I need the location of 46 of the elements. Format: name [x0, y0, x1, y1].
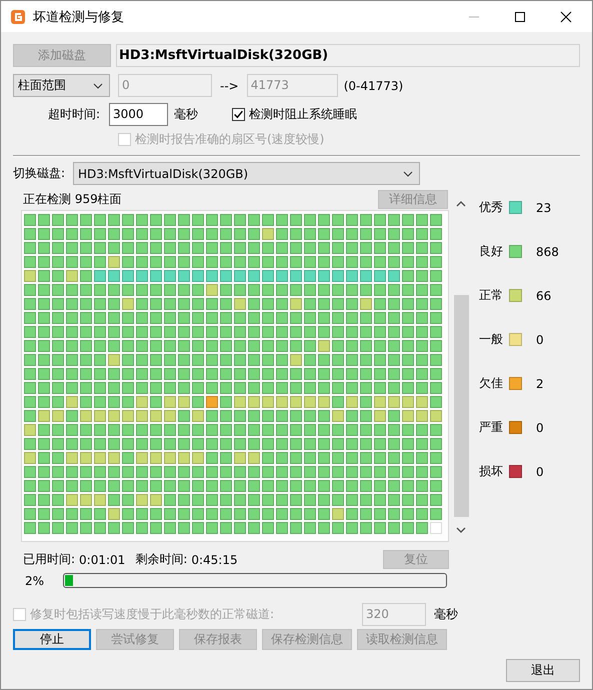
timeout-label: 超时时间: — [46, 106, 101, 123]
legend-label: 正常 — [479, 287, 503, 304]
legend-label: 优秀 — [479, 199, 503, 216]
elapsed-time: 0:01:01 — [79, 552, 126, 566]
progress-percent: 2% — [25, 574, 46, 588]
exit-button[interactable]: 退出 — [506, 659, 580, 682]
legend-label: 损坏 — [479, 463, 503, 480]
scroll-up-icon[interactable] — [456, 201, 466, 207]
close-icon[interactable] — [560, 10, 572, 22]
checkbox-label: 检测时报告准确的扇区号(速度较慢) — [135, 131, 324, 148]
legend-count: 0 — [536, 332, 544, 346]
disk-dropdown[interactable]: HD3:MsftVirtualDisk(320GB) — [73, 162, 420, 185]
maximize-icon[interactable] — [514, 10, 526, 22]
switch-disk-label: 切换磁盘: — [13, 165, 66, 182]
legend-count: 0 — [536, 420, 544, 434]
checkbox-label: 检测时阻止系统睡眠 — [249, 106, 357, 123]
legend-count: 868 — [536, 244, 559, 258]
legend-label: 严重 — [479, 419, 503, 436]
window-title: 坏道检测与修复 — [33, 8, 124, 26]
timeout-unit: 毫秒 — [174, 106, 199, 123]
remaining-time: 0:45:15 — [191, 552, 238, 566]
app-logo-icon — [10, 8, 26, 24]
scroll-down-icon[interactable] — [456, 527, 466, 533]
timeout-field[interactable]: 3000 — [109, 103, 168, 126]
checkbox[interactable] — [232, 108, 245, 121]
range-dropdown[interactable]: 柱面范围 — [13, 74, 110, 97]
range-start-field[interactable]: 0 — [118, 74, 212, 97]
checkbox-label: 修复时包括读写速度慢于此毫秒数的正常磁道: — [30, 606, 274, 623]
legend-label: 一般 — [479, 331, 503, 348]
legend-count: 2 — [536, 376, 544, 390]
legend-count: 23 — [536, 200, 552, 214]
range-end-field[interactable]: 41773 — [246, 74, 338, 97]
scan-status: 正在检测 959柱面 — [23, 190, 122, 208]
elapsed-label: 已用时间: — [23, 551, 76, 568]
action-button[interactable]: 停止 — [13, 629, 91, 650]
legend-label: 欠佳 — [479, 375, 503, 392]
chevron-down-icon — [93, 82, 103, 88]
remaining-label: 剩余时间: — [135, 551, 188, 568]
range-hint: (0-41773) — [344, 78, 404, 92]
disk-name-field: HD3:MsftVirtualDisk(320GB) — [116, 44, 580, 67]
legend-count: 66 — [536, 288, 552, 302]
legend-label: 良好 — [479, 243, 503, 260]
chevron-down-icon — [403, 170, 413, 176]
threshold-unit: 毫秒 — [434, 606, 458, 623]
legend-count: 0 — [536, 464, 544, 478]
range-arrow: --> — [220, 78, 239, 92]
